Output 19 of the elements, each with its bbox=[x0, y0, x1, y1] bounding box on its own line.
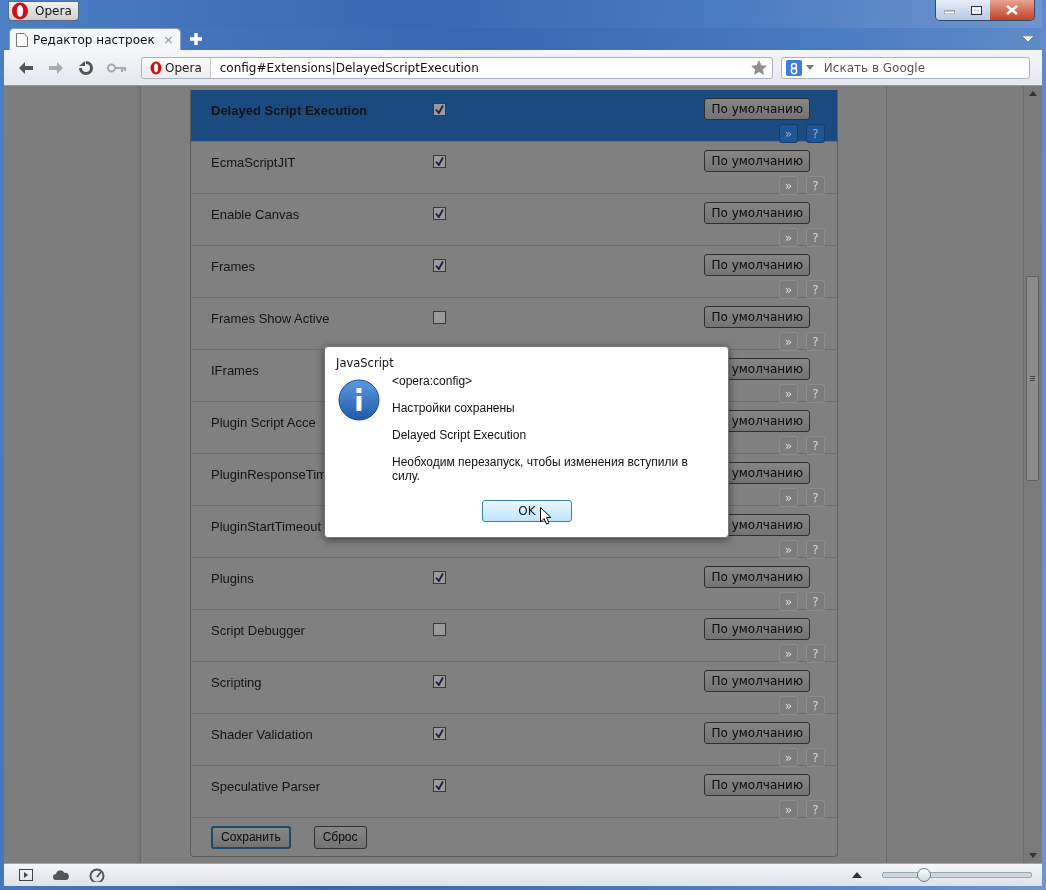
setting-name: Speculative Parser bbox=[211, 778, 321, 794]
setting-name: IFrames bbox=[211, 362, 259, 378]
setting-name: Plugins bbox=[211, 570, 254, 586]
setting-name: EcmaScriptJIT bbox=[211, 154, 296, 170]
dialog-message: Необходим перезапуск, чтобы изменения вступили в силу. bbox=[392, 455, 689, 483]
setting-name: Frames bbox=[211, 258, 256, 274]
setting-name: Plugin Script Acce bbox=[211, 414, 316, 430]
setting-name: Delayed Script Execution bbox=[211, 102, 368, 118]
setting-name: Scripting bbox=[211, 674, 262, 690]
dialog-message: <opera:config> bbox=[392, 374, 474, 388]
setting-name: PluginStartTimeout bbox=[211, 518, 322, 534]
dialog-message: Настройки сохранены bbox=[392, 401, 516, 415]
setting-name: Frames Show Active bbox=[211, 310, 330, 326]
dialog-title: JavaScript bbox=[336, 356, 394, 370]
setting-name: PluginResponseTim bbox=[211, 466, 327, 482]
setting-name: Shader Validation bbox=[211, 726, 313, 742]
setting-name: Script Debugger bbox=[211, 622, 305, 638]
setting-name: Enable Canvas bbox=[211, 206, 300, 222]
dialog-message: Delayed Script Execution bbox=[392, 428, 528, 442]
